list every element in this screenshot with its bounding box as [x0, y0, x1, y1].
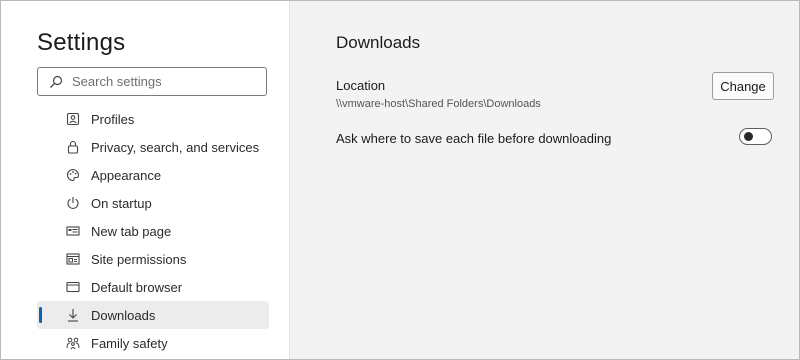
sidebar-item-profiles[interactable]: Profiles [37, 105, 269, 133]
new-tab-icon [65, 223, 81, 239]
search-input[interactable] [72, 74, 252, 89]
location-path: \\vmware-host\Shared Folders\Downloads [336, 98, 541, 110]
settings-window: Settings Profiles Privacy, search, and s… [0, 0, 800, 360]
sidebar-item-label: Appearance [91, 167, 162, 183]
sidebar-item-label: Family safety [91, 335, 168, 351]
sidebar-item-privacy[interactable]: Privacy, search, and services [37, 133, 269, 161]
ask-where-to-save-label: Ask where to save each file before downl… [336, 131, 612, 146]
sidebar-item-downloads[interactable]: Downloads [37, 301, 269, 329]
browser-icon [65, 279, 81, 295]
sidebar-item-label: On startup [91, 195, 152, 211]
sidebar-item-new-tab-page[interactable]: New tab page [37, 217, 269, 245]
sidebar: Settings Profiles Privacy, search, and s… [1, 1, 290, 359]
sidebar-title: Settings [37, 29, 126, 56]
sidebar-item-default-browser[interactable]: Default browser [37, 273, 269, 301]
sidebar-item-label: Privacy, search, and services [91, 139, 260, 155]
profile-icon [65, 111, 81, 127]
search-icon [48, 74, 64, 90]
site-permissions-icon [65, 251, 81, 267]
ask-where-to-save-toggle[interactable] [739, 128, 772, 145]
sidebar-item-label: Downloads [91, 307, 156, 323]
sidebar-item-family-safety[interactable]: Family safety [37, 329, 269, 357]
search-box[interactable] [37, 67, 267, 96]
sidebar-item-site-permissions[interactable]: Site permissions [37, 245, 269, 273]
palette-icon [65, 167, 81, 183]
power-icon [65, 195, 81, 211]
family-icon [65, 335, 81, 351]
download-icon [65, 307, 81, 323]
sidebar-item-on-startup[interactable]: On startup [37, 189, 269, 217]
change-location-button[interactable]: Change [712, 72, 774, 100]
sidebar-item-label: Site permissions [91, 251, 187, 267]
sidebar-item-label: Profiles [91, 111, 135, 127]
page-title: Downloads [336, 33, 421, 52]
toggle-knob [744, 132, 753, 141]
sidebar-item-label: New tab page [91, 223, 172, 239]
sidebar-nav: Profiles Privacy, search, and services A… [37, 105, 269, 357]
lock-icon [65, 139, 81, 155]
sidebar-item-appearance[interactable]: Appearance [37, 161, 269, 189]
location-label: Location [336, 78, 386, 93]
sidebar-item-label: Default browser [91, 279, 183, 295]
main-panel: Downloads Location \\vmware-host\Shared … [290, 1, 799, 359]
